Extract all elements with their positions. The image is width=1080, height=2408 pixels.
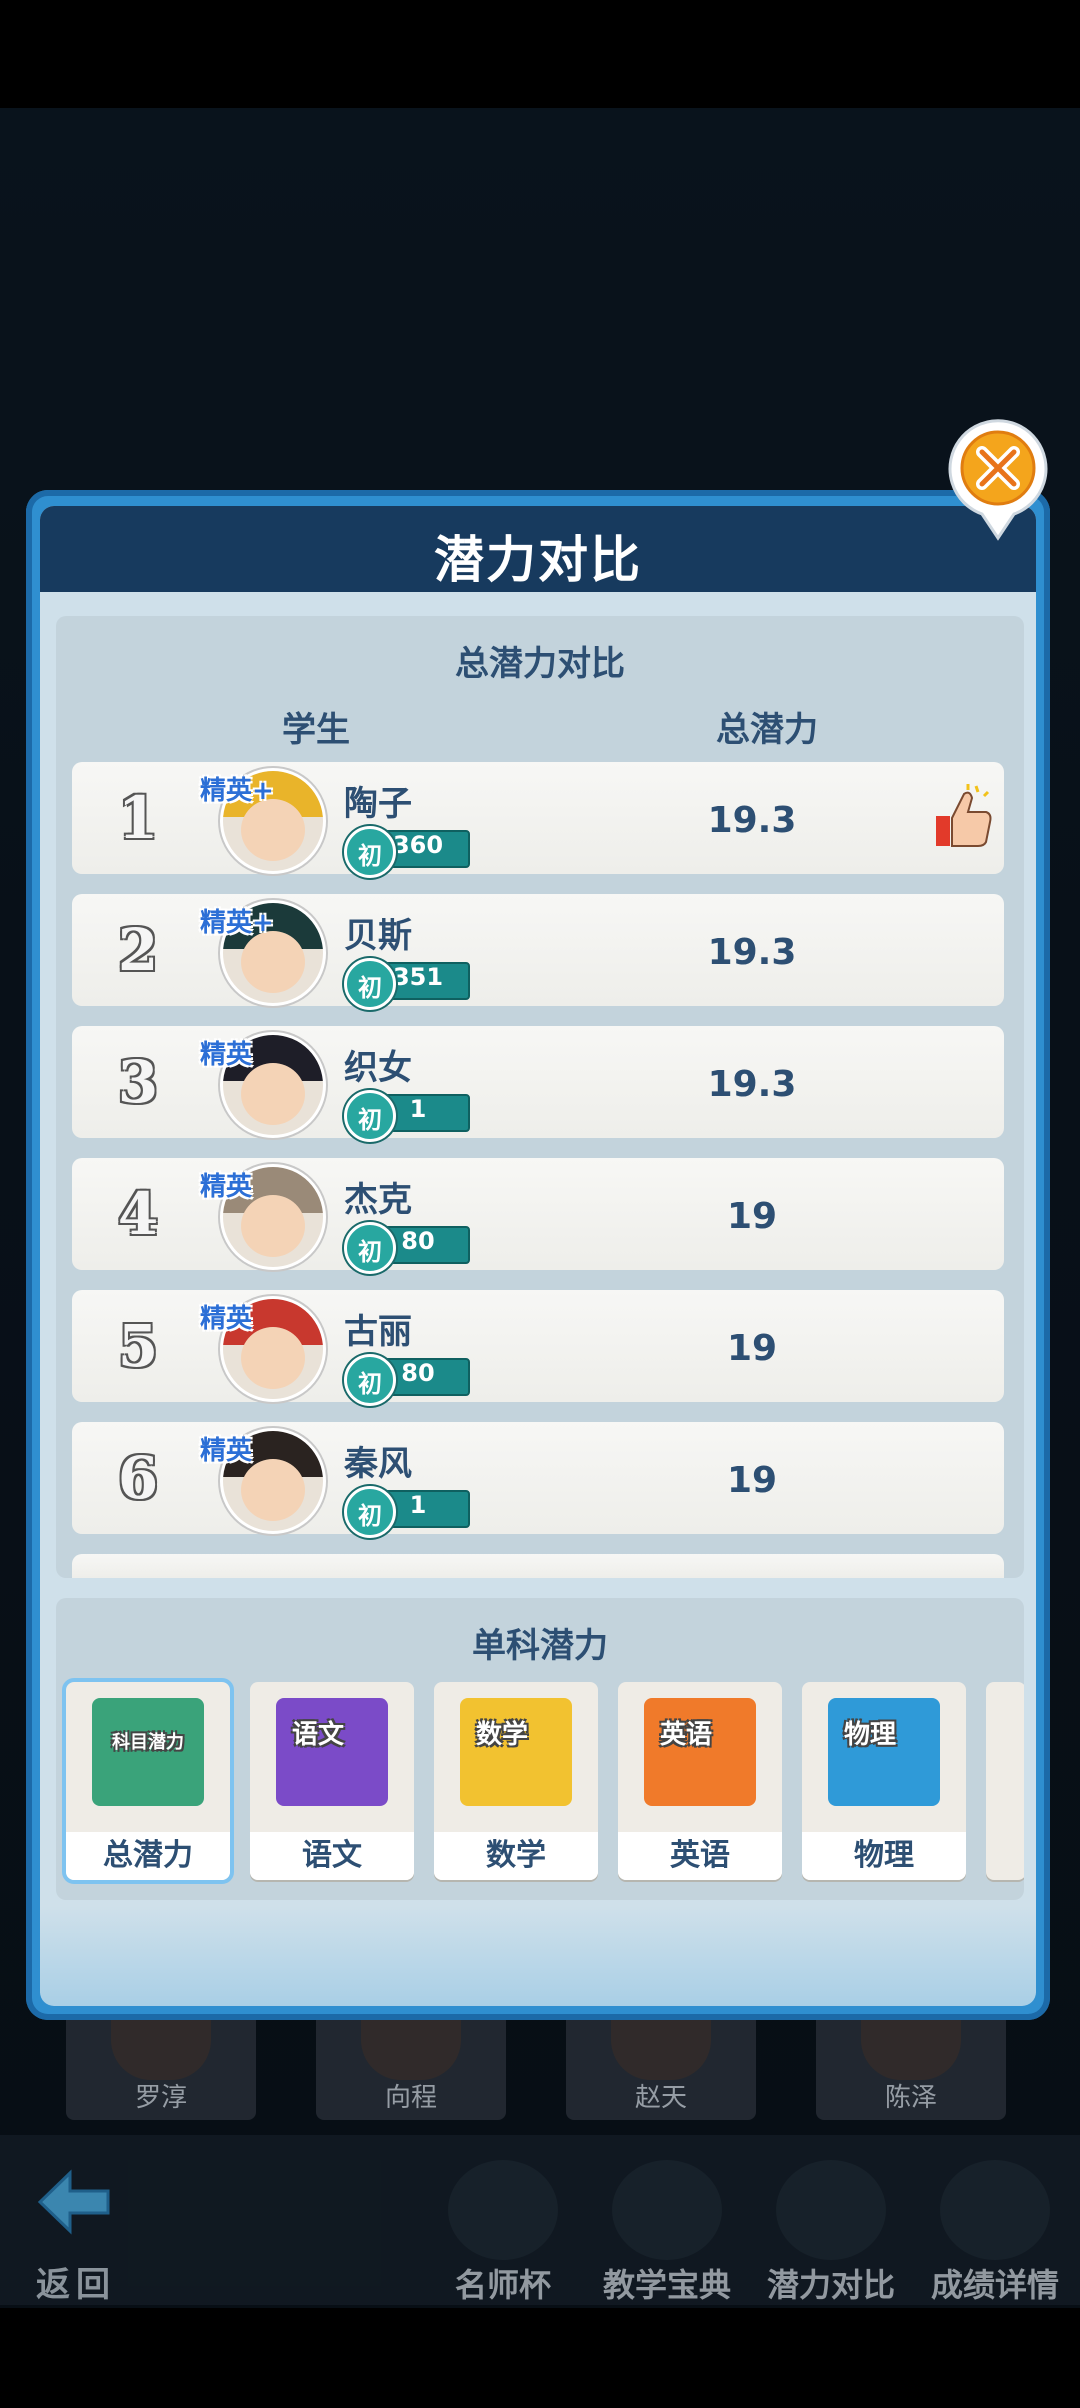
subject-label: 语文 xyxy=(250,1832,414,1880)
student-name: 织女 xyxy=(344,1048,412,1088)
elite-badge: 精英+ xyxy=(200,776,274,806)
level-badge: 1 初 xyxy=(344,1486,470,1538)
chinese-book-icon: 语文 xyxy=(276,1698,388,1806)
level-tag: 初 xyxy=(358,842,382,870)
student-name: 杰克 xyxy=(344,1180,412,1220)
subject-tab-physics[interactable]: 物理 物理 xyxy=(802,1682,966,1880)
elite-badge: 精英 xyxy=(200,1304,253,1334)
potential-score: 19 xyxy=(726,1328,778,1369)
rank-number: 1 xyxy=(117,784,159,852)
rank-number: 6 xyxy=(117,1444,159,1512)
potential-score: 19.3 xyxy=(707,932,797,973)
book-caption: 物理 xyxy=(844,1720,897,1750)
dialog-bottom-wave xyxy=(40,1906,1036,2006)
elite-badge: 精英 xyxy=(200,1040,253,1070)
total-potential-section: 总潜力对比 学生 总潜力 1 精英+ 陶子 360 初 19.3 2 精英+ 贝… xyxy=(56,616,1024,1578)
student-row[interactable]: 6 精英 秦风 1 初 19 xyxy=(72,1422,1004,1538)
subject-label: 总潜力 xyxy=(66,1832,230,1880)
rank-number: 2 xyxy=(117,916,159,984)
subject-tab-total[interactable]: 科目潜力 总潜力 xyxy=(62,1678,234,1884)
elite-badge: 精英+ xyxy=(200,908,274,938)
total-potential-book-icon: 科目潜力 xyxy=(92,1698,204,1806)
level-tag: 初 xyxy=(358,1370,382,1398)
book-caption: 科目潜力 xyxy=(112,1732,184,1753)
student-row[interactable]: 2 精英+ 贝斯 351 初 19.3 xyxy=(72,894,1004,1010)
elite-badge: 精英 xyxy=(200,1436,253,1466)
level-tag: 初 xyxy=(358,974,382,1002)
subject-tab-english[interactable]: 英语 英语 xyxy=(618,1682,782,1880)
subject-label: 英语 xyxy=(618,1832,782,1880)
book-caption: 语文 xyxy=(292,1720,345,1750)
physics-book-icon: 物理 xyxy=(828,1698,940,1806)
student-row-partial[interactable] xyxy=(72,1554,1004,1578)
student-name: 古丽 xyxy=(344,1312,412,1352)
rank-number: 4 xyxy=(117,1180,159,1248)
student-row[interactable]: 1 精英+ 陶子 360 初 19.3 xyxy=(72,762,1004,878)
column-header-potential: 总潜力 xyxy=(716,710,818,750)
book-caption: 英语 xyxy=(660,1720,713,1750)
subject-tab-math[interactable]: 数学 数学 xyxy=(434,1682,598,1880)
subject-label: 物理 xyxy=(802,1832,966,1880)
potential-score: 19 xyxy=(726,1196,778,1237)
level-badge: 80 初 xyxy=(344,1354,470,1406)
subject-tab-partial[interactable] xyxy=(986,1682,1024,1880)
potential-score: 19 xyxy=(726,1460,778,1501)
english-book-icon: 英语 xyxy=(644,1698,756,1806)
dialog-header: 潜力对比 xyxy=(40,506,1036,592)
rank-number: 5 xyxy=(117,1312,159,1380)
elite-badge: 精英 xyxy=(200,1172,253,1202)
student-name: 秦风 xyxy=(344,1444,412,1484)
close-button[interactable] xyxy=(946,418,1050,542)
potential-score: 19.3 xyxy=(707,1064,797,1105)
level-tag: 初 xyxy=(358,1106,382,1134)
dialog-title: 潜力对比 xyxy=(434,531,642,589)
level-badge: 351 初 xyxy=(344,958,470,1010)
thumbs-up-icon xyxy=(936,784,992,847)
book-caption: 数学 xyxy=(476,1720,529,1750)
student-row[interactable]: 3 精英 织女 1 初 19.3 xyxy=(72,1026,1004,1142)
single-subject-section: 单科潜力 科目潜力 总潜力 语文 语文 数学 数学 英语 英语 物理 物理 xyxy=(56,1598,1024,1900)
student-row[interactable]: 4 精英 杰克 80 初 19 xyxy=(72,1158,1004,1274)
student-row[interactable]: 5 精英 古丽 80 初 19 xyxy=(72,1290,1004,1406)
subject-label: 数学 xyxy=(434,1832,598,1880)
close-icon xyxy=(948,419,1048,541)
student-name: 贝斯 xyxy=(344,916,412,956)
level-tag: 初 xyxy=(358,1502,382,1530)
column-header-student: 学生 xyxy=(282,710,350,750)
subject-tab-chinese[interactable]: 语文 语文 xyxy=(250,1682,414,1880)
level-badge: 80 初 xyxy=(344,1222,470,1274)
section-title: 单科潜力 xyxy=(472,1626,608,1666)
level-badge: 1 初 xyxy=(344,1090,470,1142)
level-tag: 初 xyxy=(358,1238,382,1266)
math-book-icon: 数学 xyxy=(460,1698,572,1806)
level-badge: 360 初 xyxy=(344,826,470,878)
student-name: 陶子 xyxy=(344,784,412,824)
rank-number: 3 xyxy=(117,1048,159,1116)
section-title: 总潜力对比 xyxy=(455,644,625,684)
potential-score: 19.3 xyxy=(707,800,797,841)
